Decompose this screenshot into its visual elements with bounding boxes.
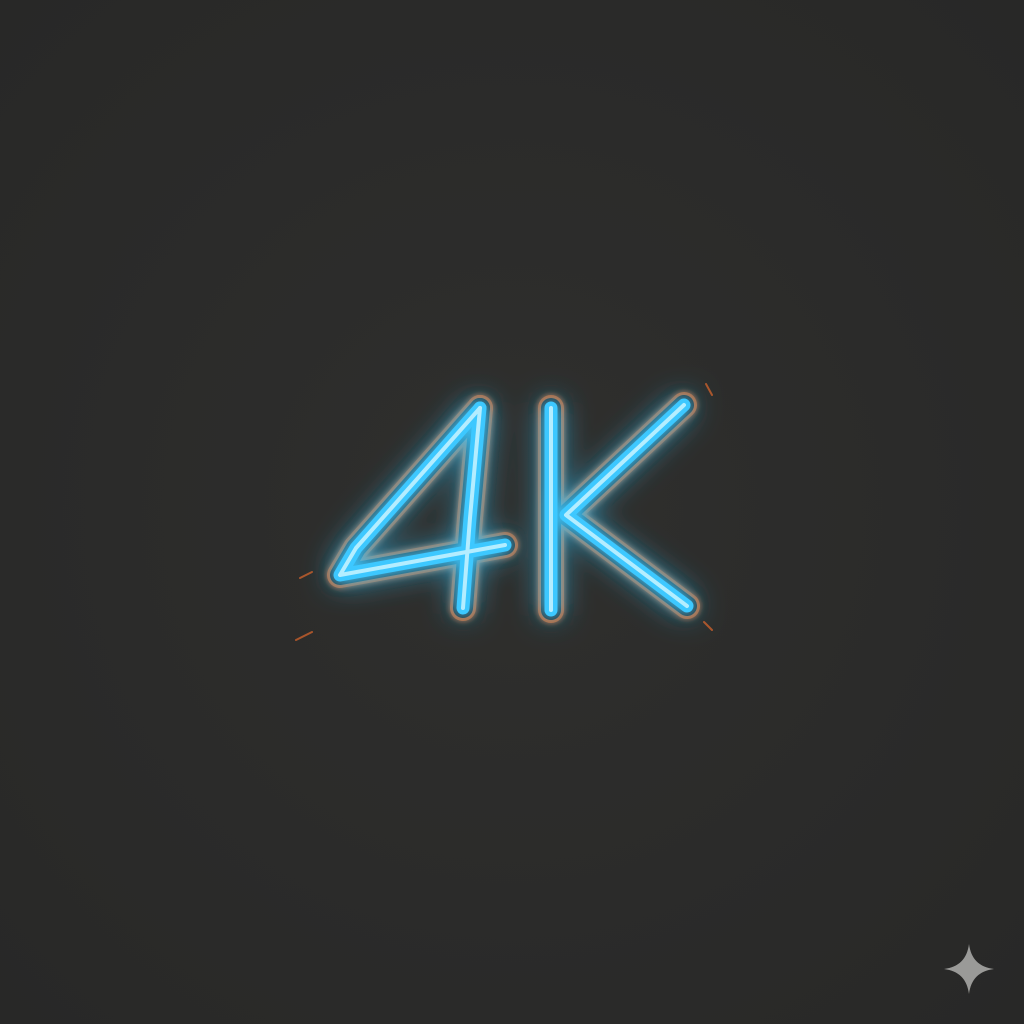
neon-canvas [0, 0, 1024, 1024]
neon-4k-sign [295, 383, 713, 641]
sparkle-icon [944, 944, 994, 994]
